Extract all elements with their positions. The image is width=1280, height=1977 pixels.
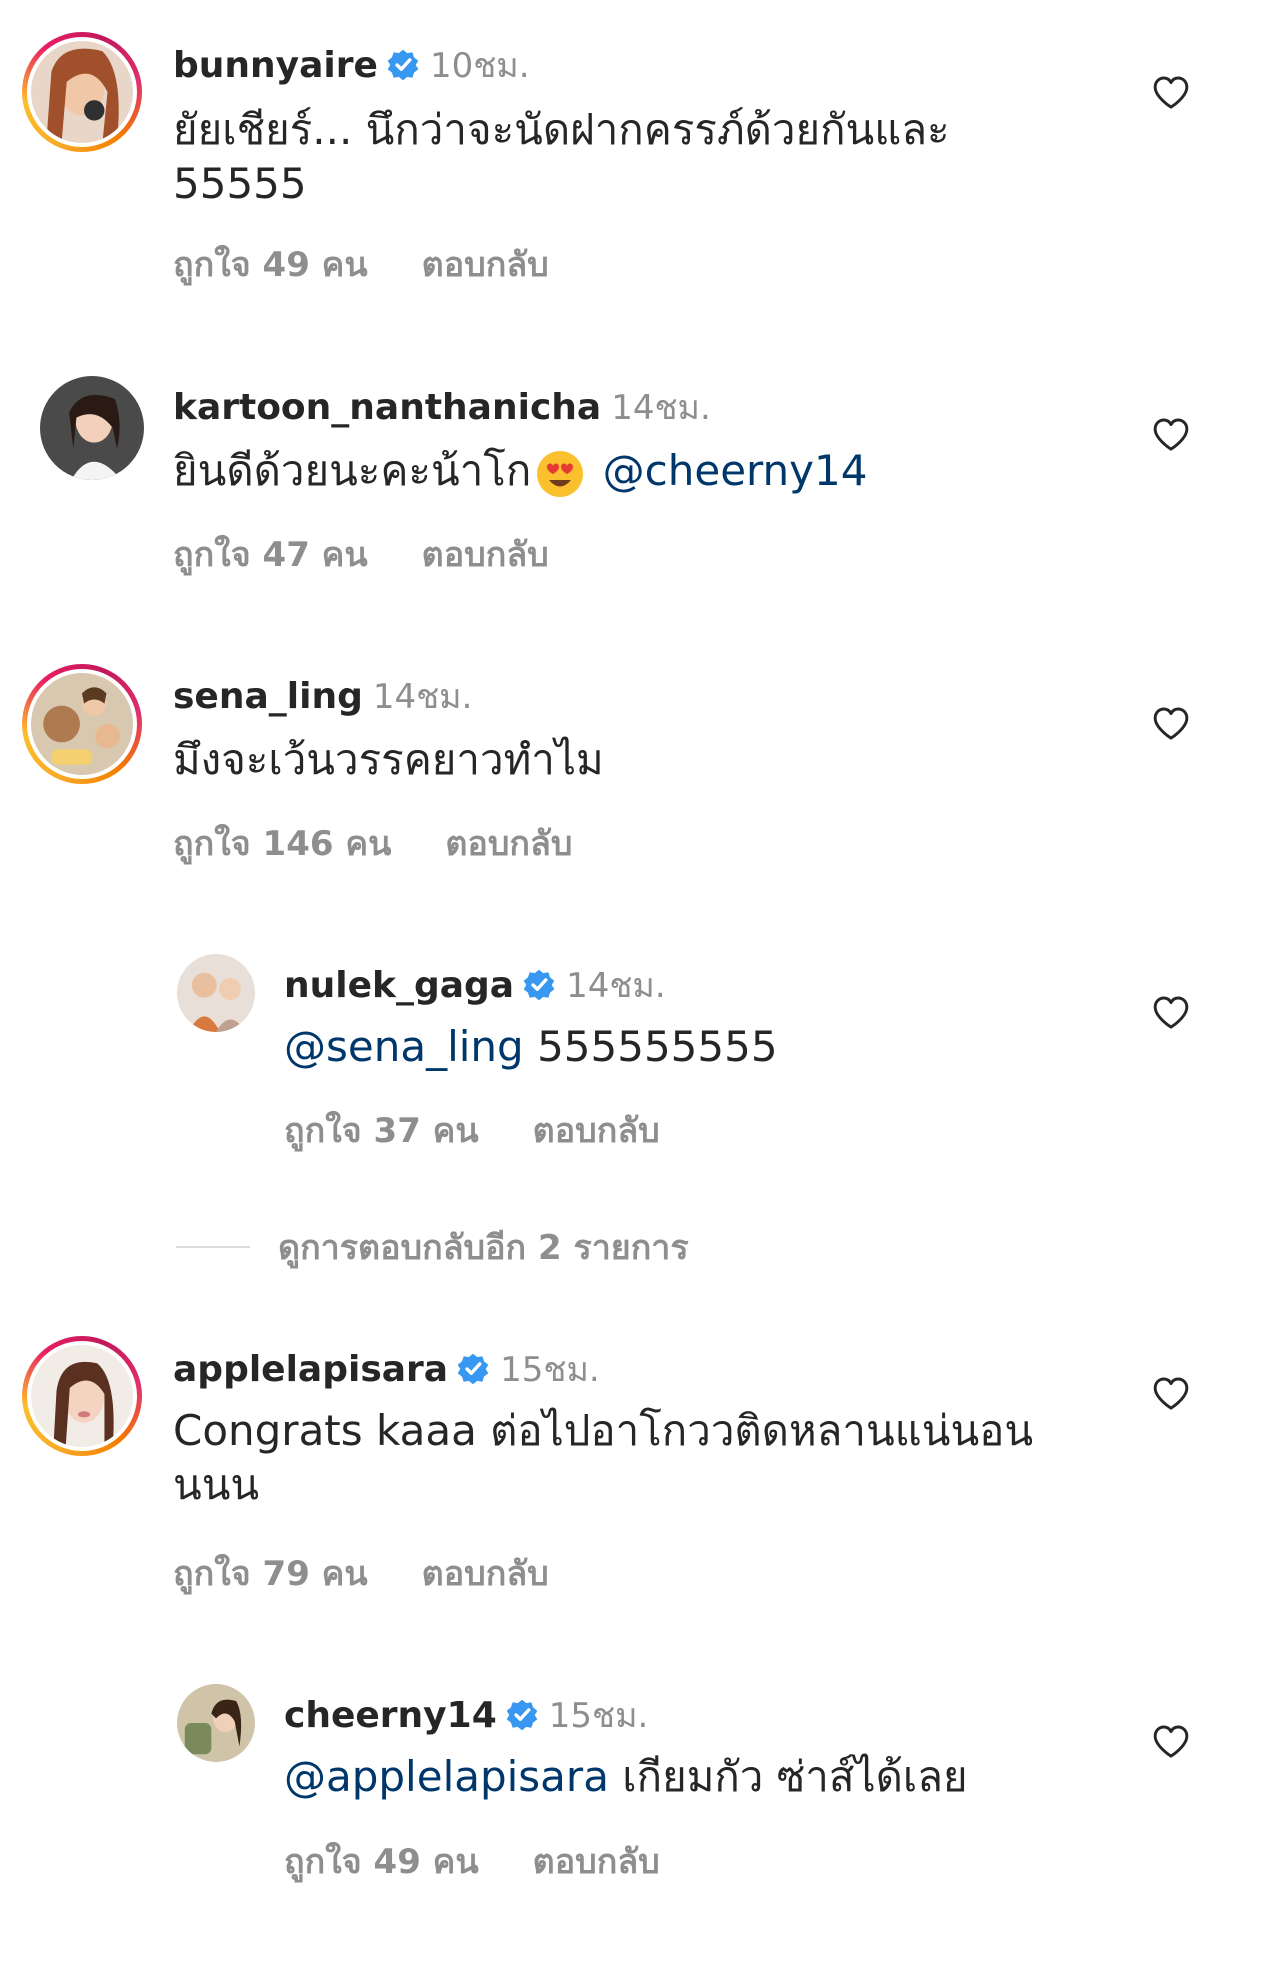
view-more-replies-button[interactable]: ดูการตอบกลับอีก 2 รายการ bbox=[176, 1220, 689, 1274]
like-heart-icon[interactable] bbox=[1151, 1722, 1191, 1762]
username[interactable]: sena_ling bbox=[173, 676, 363, 717]
like-count[interactable]: ถูกใจ 49 คน bbox=[284, 1842, 479, 1882]
verified-badge-icon bbox=[386, 48, 420, 82]
avatar[interactable] bbox=[22, 664, 142, 784]
view-more-replies-label: ดูการตอบกลับอีก 2 รายการ bbox=[278, 1228, 689, 1268]
mention-link[interactable]: @sena_ling bbox=[284, 1022, 524, 1071]
like-count[interactable]: ถูกใจ 47 คน bbox=[173, 535, 368, 575]
like-count[interactable]: ถูกใจ 37 คน bbox=[284, 1111, 479, 1151]
avatar[interactable] bbox=[22, 32, 142, 152]
avatar[interactable] bbox=[177, 1684, 255, 1762]
verified-badge-icon bbox=[505, 1698, 539, 1732]
username[interactable]: cheerny14 bbox=[284, 1695, 497, 1736]
comment-text: ยัยเชียร์... นึกว่าจะนัดฝากครรภ์ด้วยกันแ… bbox=[173, 105, 950, 208]
verified-badge-icon bbox=[522, 968, 556, 1002]
comment-text: @applelapisara เกียมกัว ซ่าส์ได้เลย bbox=[284, 1752, 968, 1801]
reply-button[interactable]: ตอบกลับ bbox=[422, 1554, 549, 1594]
divider bbox=[176, 1246, 250, 1248]
like-heart-icon[interactable] bbox=[1151, 1374, 1191, 1414]
username[interactable]: nulek_gaga bbox=[284, 965, 514, 1006]
username[interactable]: bunnyaire bbox=[173, 45, 378, 86]
reply-button[interactable]: ตอบกลับ bbox=[533, 1111, 660, 1151]
like-count[interactable]: ถูกใจ 79 คน bbox=[173, 1554, 368, 1594]
reply-button[interactable]: ตอบกลับ bbox=[422, 535, 549, 575]
mention-link[interactable]: @cheerny14 bbox=[603, 446, 868, 495]
like-heart-icon[interactable] bbox=[1151, 993, 1191, 1033]
mention-link[interactable]: @applelapisara bbox=[284, 1752, 609, 1801]
comment-text: Congrats kaaa ต่อไปอาโกววติดหลานแน่นอน น… bbox=[173, 1406, 1034, 1509]
verified-badge-icon bbox=[456, 1352, 490, 1386]
timestamp: 15ชม. bbox=[548, 1696, 649, 1736]
avatar[interactable] bbox=[177, 954, 255, 1032]
timestamp: 14ชม. bbox=[611, 388, 711, 428]
heart-eyes-emoji-icon bbox=[537, 450, 584, 497]
avatar[interactable] bbox=[22, 1336, 142, 1456]
timestamp: 15ชม. bbox=[500, 1350, 600, 1390]
like-count[interactable]: ถูกใจ 49 คน bbox=[173, 245, 368, 285]
like-heart-icon[interactable] bbox=[1151, 704, 1191, 744]
like-count[interactable]: ถูกใจ 146 คน bbox=[173, 824, 391, 864]
like-heart-icon[interactable] bbox=[1151, 73, 1191, 113]
username[interactable]: applelapisara bbox=[173, 1349, 448, 1390]
comment-text: @sena_ling 555555555 bbox=[284, 1022, 778, 1071]
avatar[interactable] bbox=[40, 376, 144, 480]
timestamp: 14ชม. bbox=[566, 966, 666, 1006]
timestamp: 10ชม. bbox=[429, 46, 530, 86]
reply-button[interactable]: ตอบกลับ bbox=[445, 824, 572, 864]
timestamp: 14ชม. bbox=[372, 677, 473, 717]
reply-button[interactable]: ตอบกลับ bbox=[533, 1842, 660, 1882]
username[interactable]: kartoon_nanthanicha bbox=[173, 387, 601, 428]
like-heart-icon[interactable] bbox=[1151, 415, 1191, 455]
comment-text: มึงจะเว้นวรรคยาวทำไม bbox=[173, 735, 604, 784]
reply-button[interactable]: ตอบกลับ bbox=[422, 245, 549, 285]
comment-text: ยินดีด้วยนะคะน้าโก @cheerny14 bbox=[173, 444, 867, 499]
